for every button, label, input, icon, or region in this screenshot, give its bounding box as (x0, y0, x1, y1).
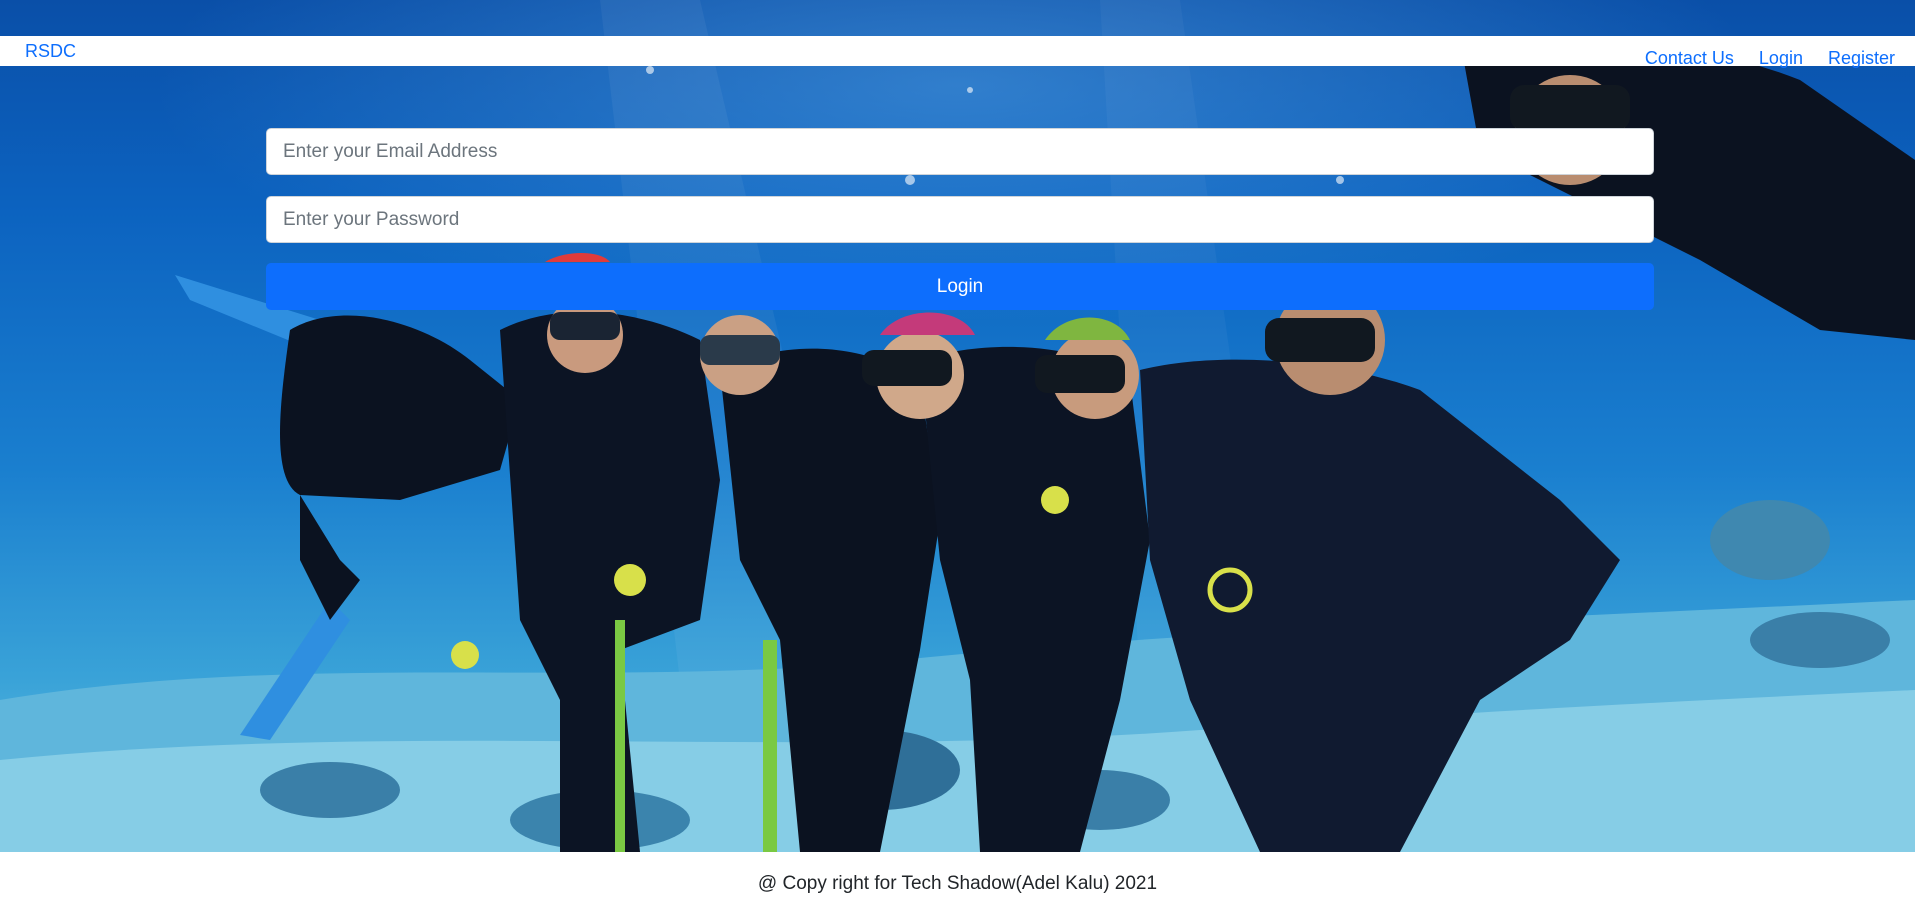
nav-link-login[interactable]: Login (1759, 48, 1803, 69)
brand-logo-link[interactable]: RSDC (25, 41, 76, 62)
password-input[interactable] (266, 196, 1654, 243)
email-input[interactable] (266, 128, 1654, 175)
navbar (0, 36, 1915, 66)
copyright-text: @ Copy right for Tech Shadow(Adel Kalu) … (757, 873, 1158, 894)
login-submit-button[interactable]: Login (266, 263, 1654, 310)
page: RSDC Contact Us Login Register Login @ C… (0, 0, 1915, 898)
nav-link-contact-us[interactable]: Contact Us (1645, 48, 1734, 69)
nav-links: Contact Us Login Register (1645, 48, 1895, 69)
login-form: Login (266, 128, 1654, 310)
nav-link-register[interactable]: Register (1828, 48, 1895, 69)
footer: @ Copy right for Tech Shadow(Adel Kalu) … (0, 852, 1915, 898)
